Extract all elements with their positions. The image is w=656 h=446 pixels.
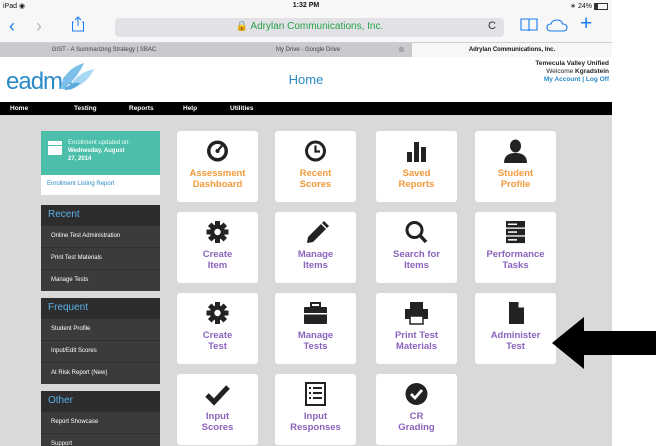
url-text: 🔒 Adrylan Communications, Inc. xyxy=(235,21,384,32)
menu-utilities[interactable]: Utilities xyxy=(230,102,253,115)
account-links[interactable]: My Account | Log Off xyxy=(535,76,609,84)
district-name: Temecula Valley Unified xyxy=(535,60,609,67)
recent-heading: Recent xyxy=(41,205,160,225)
reload-button[interactable]: C xyxy=(488,20,496,32)
pencil-icon xyxy=(307,221,329,243)
frequent-panel: Frequent Student Profile Input/Edit Scor… xyxy=(41,298,160,384)
welcome-text: Welcome Kgradstein xyxy=(546,68,609,75)
tile-label: Input Scores xyxy=(201,411,234,433)
menu-reports[interactable]: Reports xyxy=(129,102,154,115)
tile-create-item[interactable]: Create Item xyxy=(177,212,258,283)
annotation-arrow-icon xyxy=(552,317,656,369)
tile-label: Input Responses xyxy=(290,411,341,433)
enrollment-listing-link[interactable]: Enrollment Listing Report xyxy=(47,181,114,187)
printer-icon xyxy=(405,302,428,325)
status-bar: iPad ◉ 1:32 PM ∗ 24% xyxy=(0,0,612,12)
other-item-support[interactable]: Support xyxy=(41,433,160,446)
tile-input-scores[interactable]: Input Scores xyxy=(177,374,258,445)
status-time: 1:32 PM xyxy=(292,2,320,9)
tile-assessment-dashboard[interactable]: Assessment Dashboard xyxy=(177,131,258,202)
tile-create-test[interactable]: Create Test xyxy=(177,293,258,364)
frequent-heading: Frequent xyxy=(41,298,160,318)
tile-label: Student Profile xyxy=(497,168,534,190)
tile-label: Performance Tasks xyxy=(486,249,545,271)
tab-gist[interactable]: GIST - A Summarizing Strategy | SBAC xyxy=(0,43,208,57)
page-title: Home xyxy=(288,72,324,87)
username: Kgradstein xyxy=(575,68,609,75)
account-info: Temecula Valley Unified Welcome Kgradste… xyxy=(535,60,609,84)
tab-google-drive[interactable]: My Drive - Google Drive xyxy=(208,43,408,57)
menu-testing[interactable]: Testing xyxy=(74,102,97,115)
tile-cr-grading[interactable]: CR Grading xyxy=(376,374,457,445)
forward-button[interactable]: › xyxy=(36,17,42,35)
battery-icon xyxy=(594,2,608,10)
tile-search-for-items[interactable]: Search for Items xyxy=(376,212,457,283)
recent-panel: Recent Online Test Administration Print … xyxy=(41,205,160,291)
ipad-screen: iPad ◉ 1:32 PM ∗ 24% ‹ › 🔒 Adrylan Commu… xyxy=(0,0,612,446)
tile-saved-reports[interactable]: Saved Reports xyxy=(376,131,457,202)
tile-label: Create Test xyxy=(202,330,233,352)
frequent-item-at-risk-report[interactable]: At Risk Report (New) xyxy=(41,362,160,384)
browser-toolbar: ‹ › 🔒 Adrylan Communications, Inc. C + xyxy=(0,12,612,43)
tile-label: Manage Items xyxy=(297,249,334,271)
check-circle-icon xyxy=(405,383,428,405)
list-icon xyxy=(305,382,326,406)
page-header: eadms Home Temecula Valley Unified Welco… xyxy=(0,57,612,102)
briefcase-icon xyxy=(304,302,327,324)
tile-label: Print Test Materials xyxy=(394,330,439,352)
gear-icon xyxy=(206,302,229,324)
enrollment-banner: Enrollment updated on: Wednesday, August… xyxy=(41,131,160,175)
back-button[interactable]: ‹ xyxy=(9,17,15,35)
enrollment-card: Enrollment updated on: Wednesday, August… xyxy=(41,131,160,195)
bar-chart-icon xyxy=(407,142,426,162)
tile-label: Saved Reports xyxy=(398,168,435,190)
document-icon xyxy=(509,302,524,324)
bookmarks-icon[interactable] xyxy=(520,18,538,37)
tile-print-test-materials[interactable]: Print Test Materials xyxy=(376,293,457,364)
tile-student-profile[interactable]: Student Profile xyxy=(475,131,556,202)
tile-recent-scores[interactable]: Recent Scores xyxy=(275,131,356,202)
cloud-tabs-icon[interactable] xyxy=(546,19,568,37)
calendar-icon xyxy=(48,141,62,155)
tile-label: Administer Test xyxy=(490,330,541,352)
gear-icon xyxy=(206,221,229,243)
share-icon[interactable] xyxy=(72,16,84,37)
tile-manage-tests[interactable]: Manage Tests xyxy=(275,293,356,364)
recent-item-manage-tests[interactable]: Manage Tests xyxy=(41,269,160,291)
close-tab-icon[interactable]: ⊗ xyxy=(398,43,405,57)
menu-home[interactable]: Home xyxy=(10,102,28,115)
browser-tabs: GIST - A Summarizing Strategy | SBAC My … xyxy=(0,43,612,57)
server-icon xyxy=(506,221,525,244)
address-bar[interactable]: 🔒 Adrylan Communications, Inc. C xyxy=(115,18,504,37)
enrollment-text: Enrollment updated on: Wednesday, August… xyxy=(68,140,131,162)
tile-label: Manage Tests xyxy=(297,330,334,352)
tile-administer-test[interactable]: Administer Test xyxy=(475,293,556,364)
tab-adrylan[interactable]: Adrylan Communications, Inc. xyxy=(412,43,612,57)
recent-item-print-test-materials[interactable]: Print Test Materials xyxy=(41,247,160,269)
user-icon xyxy=(504,139,527,163)
tile-manage-items[interactable]: Manage Items xyxy=(275,212,356,283)
tile-label: Recent Scores xyxy=(299,168,332,190)
recent-item-online-test-admin[interactable]: Online Test Administration xyxy=(41,225,160,247)
tile-label: Assessment Dashboard xyxy=(189,168,246,190)
tile-label: CR Grading xyxy=(398,411,435,433)
other-item-report-showcase[interactable]: Report Showcase xyxy=(41,411,160,433)
tile-input-responses[interactable]: Input Responses xyxy=(275,374,356,445)
menu-help[interactable]: Help xyxy=(183,102,197,115)
main-menu: Home Testing Reports Help Utilities xyxy=(0,102,612,115)
frequent-item-input-edit-scores[interactable]: Input/Edit Scores xyxy=(41,340,160,362)
search-icon xyxy=(405,221,428,244)
tile-label: Search for Items xyxy=(393,249,440,271)
dashboard-icon xyxy=(207,140,228,162)
status-battery: ∗ 24% xyxy=(570,2,608,10)
checkmark-icon xyxy=(205,385,230,406)
new-tab-button[interactable]: + xyxy=(580,13,592,34)
clock-icon xyxy=(305,140,326,162)
other-panel: Other Report Showcase Support xyxy=(41,391,160,446)
tile-performance-tasks[interactable]: Performance Tasks xyxy=(475,212,556,283)
frequent-item-student-profile[interactable]: Student Profile xyxy=(41,318,160,340)
other-heading: Other xyxy=(41,391,160,411)
tile-label: Create Item xyxy=(202,249,233,271)
